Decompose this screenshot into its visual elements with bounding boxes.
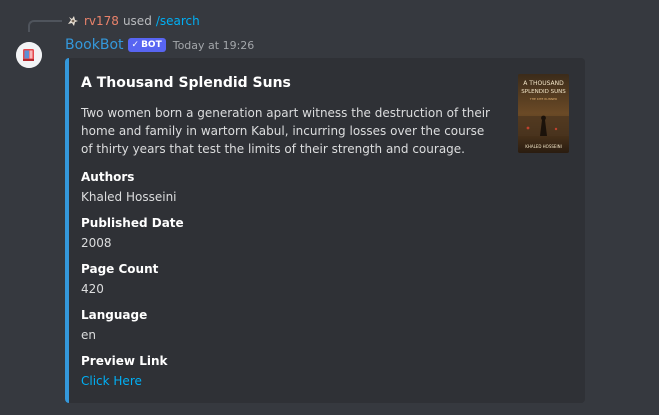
field-name: Page Count xyxy=(81,262,159,276)
cover-title-line-1: A THOUSAND xyxy=(523,80,564,87)
field-name: Published Date xyxy=(81,216,184,230)
cover-subtitle: THE KITE RUNNER xyxy=(529,97,557,101)
reply-user-avatar-icon[interactable] xyxy=(66,14,80,28)
embed-title: A Thousand Splendid Suns xyxy=(81,75,291,91)
embed-description: Two women born a generation apart witnes… xyxy=(81,106,490,156)
bot-badge: ✓ BOT xyxy=(127,38,166,52)
field-name: Preview Link xyxy=(81,354,168,368)
field-name: Language xyxy=(81,308,148,322)
reply-command[interactable]: /search xyxy=(156,14,200,28)
chat-message: rv178 used /search BookBot ✓ BOT Today a… xyxy=(0,0,659,415)
field-value: en xyxy=(81,328,96,342)
field-value: 420 xyxy=(81,282,104,296)
book-cover-thumbnail[interactable]: A THOUSAND SPLENDID SUNS THE KITE RUNNER… xyxy=(518,74,569,153)
message-header: BookBot ✓ BOT Today at 19:26 xyxy=(65,36,254,54)
message-timestamp[interactable]: Today at 19:26 xyxy=(173,39,255,52)
bot-username[interactable]: BookBot xyxy=(65,37,124,53)
reply-context[interactable]: rv178 used /search xyxy=(66,13,200,29)
reply-connector xyxy=(28,20,62,32)
field-authors: Authors Khaled Hosseini xyxy=(81,168,177,206)
field-language: Language en xyxy=(81,306,147,344)
bot-badge-label: BOT xyxy=(141,40,162,50)
field-preview-link: Preview Link Click Here xyxy=(81,352,167,390)
reply-used-text: used xyxy=(122,14,152,28)
cover-author: KHALED HOSSEINI xyxy=(525,144,562,149)
cover-title-line-2: SPLENDID SUNS xyxy=(521,89,566,95)
field-value: Khaled Hosseini xyxy=(81,190,177,204)
preview-link[interactable]: Click Here xyxy=(81,372,167,390)
field-published-date: Published Date 2008 xyxy=(81,214,184,252)
book-embed: A Thousand Splendid Suns Two women born … xyxy=(65,58,585,403)
verified-check-icon: ✓ xyxy=(131,40,140,50)
field-name: Authors xyxy=(81,170,135,184)
bot-avatar[interactable] xyxy=(16,42,42,68)
field-page-count: Page Count 420 xyxy=(81,260,158,298)
field-value: 2008 xyxy=(81,236,112,250)
reply-username[interactable]: rv178 xyxy=(84,14,119,28)
